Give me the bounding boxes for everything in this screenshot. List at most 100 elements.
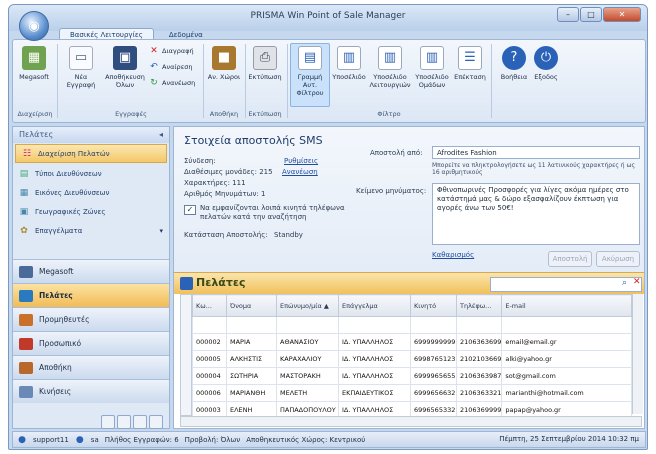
clear-link[interactable]: Καθαρισμός: [432, 251, 474, 259]
clear-search-icon[interactable]: ✕: [633, 277, 641, 287]
geo-zones-icon: ▣: [19, 206, 29, 217]
expand-icon: ☰: [458, 46, 482, 70]
sender-hint: Μπορείτε να πληκτρολογήσετε ως 11 λατινι…: [432, 162, 636, 176]
grid-search-input[interactable]: [490, 277, 642, 292]
app-orb-button[interactable]: ◉: [19, 11, 49, 41]
nav-menu-icon[interactable]: [149, 415, 163, 429]
cell-phone: 2106363699: [455, 333, 503, 351]
vertical-scrollbar[interactable]: [632, 294, 643, 414]
megasoft-icon: ▦: [22, 46, 46, 70]
grid-title: Πελάτες: [196, 276, 246, 289]
horizontal-scrollbar[interactable]: [180, 416, 642, 427]
nav-customers[interactable]: Πελάτες: [13, 283, 169, 307]
collapse-icon[interactable]: ◂: [159, 130, 163, 140]
cell-last-name: ΜΕΛΕΤΗ: [276, 384, 339, 402]
col-phone[interactable]: Τηλέφω...: [455, 294, 503, 317]
function-footer-icon: ▥: [378, 46, 402, 70]
exit-button[interactable]: ⏻ Εξοδος: [531, 46, 561, 81]
address-types-icon: ▤: [19, 168, 29, 179]
sidebar-item-customer-management[interactable]: ☷ Διαχείριση Πελατών: [15, 144, 167, 163]
cell-mobile: 6998765123: [410, 350, 457, 368]
group-footer-icon: ▥: [420, 46, 444, 70]
send-button[interactable]: Αποστολή: [548, 251, 592, 267]
print-button[interactable]: ⎙ Εκτύπωση: [247, 46, 283, 81]
new-record-button[interactable]: ▭ Νέα Εγγραφή: [61, 46, 101, 89]
delete-icon: ✕: [150, 46, 158, 56]
role-icon: ●: [75, 434, 84, 445]
nav-warehouse[interactable]: Αποθήκη: [13, 355, 169, 379]
minimize-button[interactable]: –: [557, 7, 579, 22]
suppliers-nav-icon: [19, 313, 33, 326]
help-icon: ?: [502, 46, 526, 70]
expand-button[interactable]: ☰ Επέκταση: [453, 46, 487, 81]
nav-transactions[interactable]: Κινήσεις: [13, 379, 169, 403]
sidebar-item-geo-zones[interactable]: ▣ Γεωγραφικές Ζώνες: [13, 202, 169, 221]
table-row[interactable]: 000005 ΑΛΚΗΣΤΙΣ ΚΑΡΑΧΑΛΙΟΥ ΙΔ. ΥΠΑΛΛΗΛΟΣ 699…: [192, 350, 632, 368]
help-button[interactable]: ? Βοήθεια: [499, 46, 529, 81]
nav-tool-2-icon[interactable]: [117, 415, 131, 429]
sidebar-item-address-images[interactable]: ▦ Εικόνες Διευθύνσεων: [13, 183, 169, 202]
refresh-button[interactable]: ↻ Ανανέωση: [149, 78, 195, 88]
filter-row[interactable]: [192, 316, 632, 334]
table-row[interactable]: 000002 ΜΑΡΙΑ ΑΘΑΝΑΣΙΟΥ ΙΔ. ΥΠΑΛΛΗΛΟΣ 6999999…: [192, 333, 632, 351]
status-warehouse: Αποθηκευτικός Χώρος: Κεντρικού: [246, 435, 366, 444]
sms-panel: Στοιχεία αποστολής SMS Σύνδεση: Ρυθμίσει…: [174, 127, 644, 272]
sidebar-item-address-types[interactable]: ▤ Τύποι Διευθύνσεων: [13, 164, 169, 183]
cell-last-name: ΑΘΑΝΑΣΙΟΥ: [276, 333, 339, 351]
filter-cell: [455, 316, 503, 334]
autofilter-row-button[interactable]: ▤ Γραμμή Αυτ. Φίλτρου: [291, 46, 329, 97]
col-last-name[interactable]: Επώνυμο/μία ▲: [276, 294, 339, 317]
exit-icon: ⏻: [534, 46, 558, 70]
warehouse-spaces-button[interactable]: ■ Αν. Χώροι: [207, 46, 241, 81]
ribbon: ▦ Megasoft Διαχείριση ▭ Νέα Εγγραφή ▣ Απ…: [12, 39, 646, 123]
nav-staff[interactable]: Προσωπικό: [13, 331, 169, 355]
cell-first-name: ΜΑΡΙΑ: [226, 333, 277, 351]
close-button[interactable]: ✕: [603, 7, 641, 22]
printer-icon: ⎙: [253, 46, 277, 70]
group-filter: Φίλτρο: [377, 110, 401, 118]
refresh-link[interactable]: Ανανέωση: [282, 168, 318, 176]
group-warehouse: Αποθήκη: [209, 110, 239, 118]
status-view: Προβολή: Όλων: [184, 435, 241, 444]
group-footer-button[interactable]: ▥ Υποσέλιδο Ομάδων: [413, 46, 451, 89]
nav-megasoft[interactable]: Megasoft: [13, 259, 169, 283]
message-textarea[interactable]: Φθινοπωρινές Προσφορές για λίγες ακόμα η…: [432, 183, 640, 245]
megasoft-button[interactable]: ▦ Megasoft: [17, 46, 51, 81]
cancel-button[interactable]: Ακύρωση: [596, 251, 640, 267]
sender-field[interactable]: Afrodites Fashion: [432, 146, 640, 159]
scroll-down-icon[interactable]: ▾: [159, 227, 163, 235]
cell-phone: 2102103669: [455, 350, 503, 368]
col-mobile[interactable]: Κινητό: [410, 294, 457, 317]
nav-tool-1-icon[interactable]: [101, 415, 115, 429]
cell-mobile: 6999656632: [410, 384, 457, 402]
cell-mobile: 6999965655: [410, 367, 457, 385]
transactions-nav-icon: [19, 385, 33, 398]
footer-button[interactable]: ▥ Υποσέλιδο: [331, 46, 367, 81]
col-email[interactable]: E-mail: [501, 294, 632, 317]
col-code[interactable]: Κω...: [192, 294, 227, 317]
function-footer-button[interactable]: ▥ Υποσέλιδο Λειτουργιών: [369, 46, 411, 89]
search-mobiles-checkbox[interactable]: ✓: [184, 205, 196, 215]
customers-nav-icon: [19, 289, 33, 302]
col-first-name[interactable]: Όνομα: [226, 294, 277, 317]
cell-code: 000006: [192, 384, 227, 402]
maximize-button[interactable]: □: [580, 7, 602, 22]
sms-title: Στοιχεία αποστολής SMS: [184, 134, 323, 147]
save-all-button[interactable]: ▣ Αποθήκευση Όλων: [105, 46, 145, 89]
nav-tool-3-icon[interactable]: [133, 415, 147, 429]
delete-button[interactable]: ✕ Διαγραφή: [149, 46, 193, 56]
settings-link[interactable]: Ρυθμίσεις: [284, 157, 318, 165]
table-row[interactable]: 000004 ΣΩΤΗΡΙΑ ΜΑΣΤΟΡΑΚΗ ΙΔ. ΥΠΑΛΛΗΛΟΣ 69999…: [192, 367, 632, 385]
save-icon: ▣: [113, 46, 137, 70]
col-profession[interactable]: Επάγγελμα: [338, 294, 411, 317]
undo-button[interactable]: ↶ Αναίρεση: [149, 62, 192, 72]
table-row[interactable]: 000006 ΜΑΡΙΑΝΘΗ ΜΕΛΕΤΗ ΕΚΠΑΙΔΕΥΤΙΚΟΣ 6999656…: [192, 384, 632, 402]
cell-code: 000005: [192, 350, 227, 368]
nav-suppliers[interactable]: Προμηθευτές: [13, 307, 169, 331]
app-window: PRISMA Win Point of Sale Manager – □ ✕ ◉…: [8, 4, 648, 450]
search-icon[interactable]: ⌕: [622, 278, 627, 288]
filter-row-icon: ▤: [298, 46, 322, 70]
cell-code: 000004: [192, 367, 227, 385]
sidebar-item-professions[interactable]: ✿ Επαγγέλματα ▾: [13, 221, 169, 240]
cell-email: alki@yahoo.gr: [501, 350, 632, 368]
